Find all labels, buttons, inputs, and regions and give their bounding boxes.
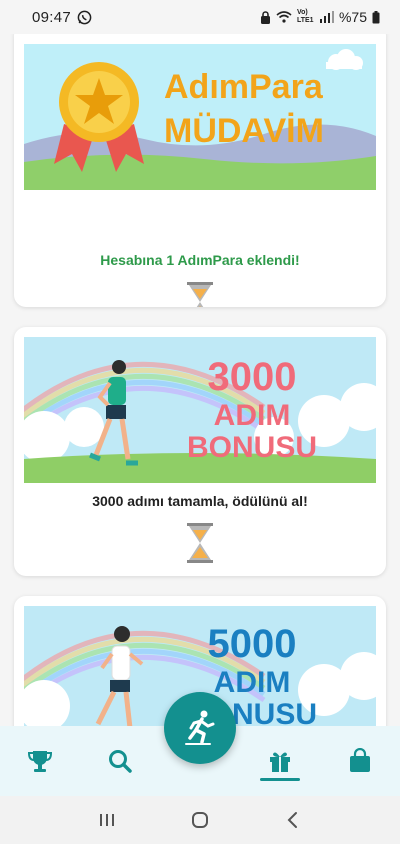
- home-button[interactable]: [180, 800, 220, 840]
- signal-icon: [319, 11, 334, 23]
- nav-search[interactable]: [90, 731, 150, 791]
- banner-title-line1: AdımPara: [164, 68, 323, 106]
- banner-title-line3: BONUSU: [186, 431, 317, 464]
- banner-3000: 3000 ADIM BONUSU: [24, 337, 376, 483]
- gift-icon: [270, 752, 290, 772]
- nav-trophy[interactable]: [10, 731, 70, 791]
- runner-icon: [185, 710, 215, 745]
- nav-gift[interactable]: [250, 731, 310, 791]
- nav-shop[interactable]: [330, 731, 390, 791]
- reward-card-mudavim[interactable]: AdımPara MÜDAVİM Hesabına 1 AdımPara ekl…: [14, 34, 386, 307]
- trophy-icon: [27, 751, 53, 772]
- status-bar: 09:47 Vo) LTE1 %75: [0, 0, 400, 34]
- banner-mudavim: AdımPara MÜDAVİM: [24, 44, 376, 190]
- lock-icon: [260, 10, 271, 24]
- recent-apps-icon: [99, 814, 114, 826]
- search-icon: [109, 750, 132, 773]
- wifi-icon: [276, 11, 292, 23]
- card-message: Hesabına 1 AdımPara eklendi!: [100, 252, 300, 268]
- step-counter-fab[interactable]: [164, 692, 236, 764]
- banner-title-line1: 3000: [207, 355, 297, 399]
- hourglass-icon: [187, 282, 213, 307]
- banner-title-line2: MÜDAVİM: [164, 112, 324, 150]
- hourglass-icon: [187, 523, 213, 563]
- status-time: 09:47: [32, 8, 72, 26]
- system-navigation-bar: [0, 796, 400, 844]
- card-message: 3000 adımı tamamla, ödülünü al!: [92, 493, 308, 509]
- battery-percent: %75: [338, 9, 367, 25]
- shopping-bag-icon: [350, 748, 370, 772]
- battery-icon: [372, 10, 380, 24]
- banner-title-line1: 5000: [207, 622, 297, 666]
- whatsapp-icon: [77, 10, 92, 25]
- back-icon: [287, 812, 298, 828]
- back-button[interactable]: [273, 800, 313, 840]
- banner-title-line2: ADIM: [213, 399, 291, 432]
- home-icon: [191, 812, 208, 828]
- reward-card-3000[interactable]: 3000 ADIM BONUSU 3000 adımı tamamla, ödü…: [14, 327, 386, 576]
- rewards-feed[interactable]: AdımPara MÜDAVİM Hesabına 1 AdımPara ekl…: [0, 34, 400, 726]
- network-label: Vo) LTE1: [296, 9, 314, 24]
- recent-apps-button[interactable]: [87, 800, 127, 840]
